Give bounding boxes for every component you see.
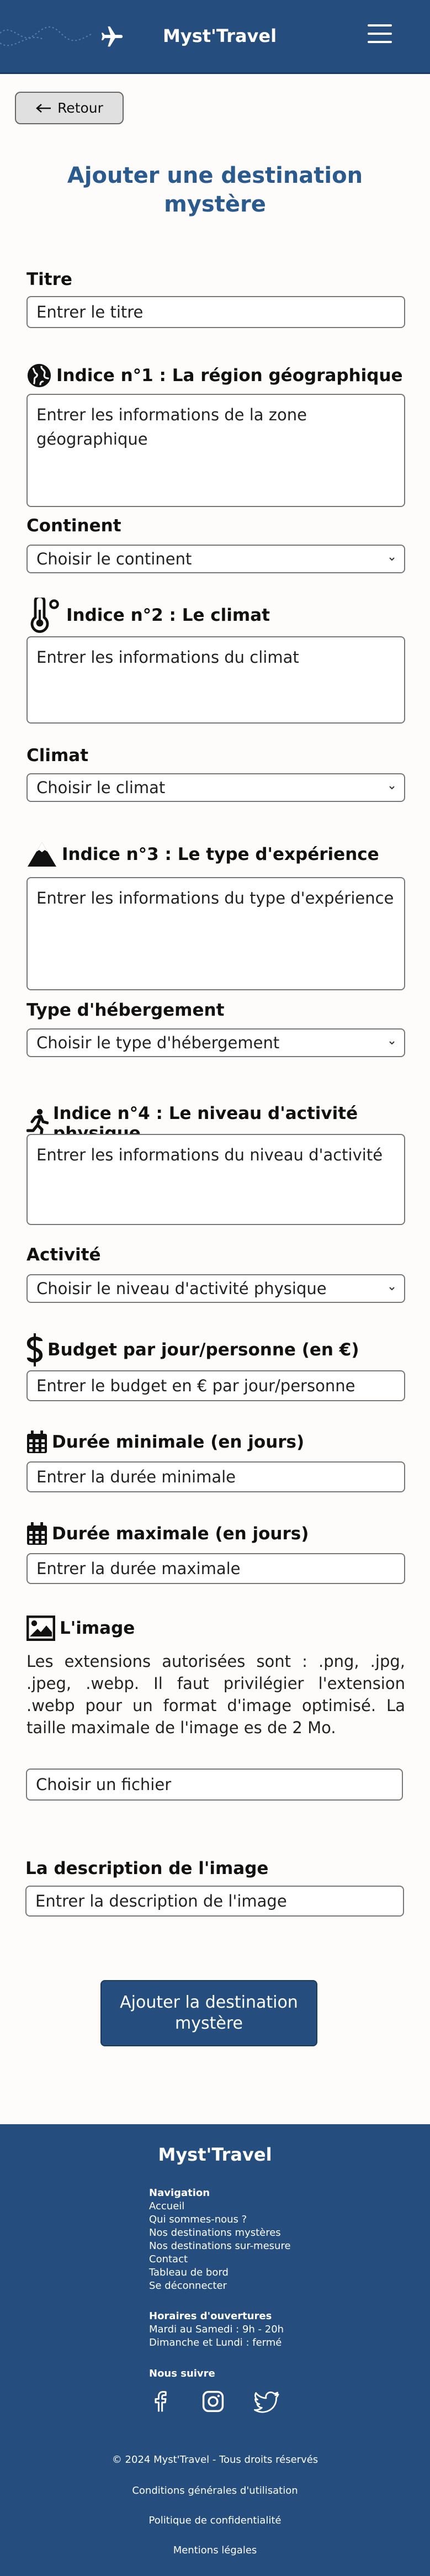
- hint3-label: Indice n°3 : Le type d'expérience: [26, 841, 379, 868]
- chevron-down-icon: [389, 786, 395, 790]
- brand-logo[interactable]: Myst'Travel: [163, 25, 277, 46]
- back-button-label: Retour: [57, 100, 103, 116]
- copyright-text: © 2024 Myst'Travel - Tous droits réservé…: [112, 2454, 318, 2466]
- hint3-textarea[interactable]: Entrer les informations du type d'expéri…: [26, 877, 405, 990]
- title-input[interactable]: Entrer le titre: [26, 296, 405, 328]
- footer-nav-link[interactable]: Accueil: [149, 2200, 291, 2213]
- footer-hours-line: Mardi au Samedi : 9h - 20h: [149, 2324, 284, 2335]
- dotted-path-decoration: [0, 26, 92, 46]
- footer-nav-link[interactable]: Contact: [149, 2253, 291, 2266]
- accommodation-select[interactable]: Choisir le type d'hébergement: [26, 1028, 405, 1057]
- footer-nav-link[interactable]: Qui sommes-nous ?: [149, 2213, 291, 2226]
- page-title: Ajouter une destination mystère: [67, 163, 363, 217]
- continent-select[interactable]: Choisir le continent: [26, 545, 405, 573]
- climate-select[interactable]: Choisir le climat: [26, 773, 405, 802]
- climate-label: Climat: [26, 746, 89, 766]
- site-header: Myst'Travel: [0, 0, 430, 74]
- twitter-icon[interactable]: [254, 2389, 280, 2414]
- image-description-label: La description de l'image: [25, 1859, 269, 1878]
- footer-nav-heading: Navigation: [149, 2187, 210, 2199]
- footer-hours: Horaires d'ouvertures Mardi au Samedi : …: [149, 2310, 284, 2350]
- min-duration-input[interactable]: Entrer la durée minimale: [26, 1461, 405, 1492]
- image-info-text: Les extensions autorisées sont : .png, .…: [26, 1652, 405, 1737]
- hint4-textarea[interactable]: Entrer les informations du niveau d'acti…: [26, 1134, 405, 1225]
- hamburger-icon[interactable]: [368, 24, 392, 45]
- hint1-label: Indice n°1 : La région géographique: [26, 363, 403, 388]
- submit-button[interactable]: Ajouter la destination mystère: [100, 1980, 317, 2046]
- image-description-input[interactable]: Entrer la description de l'image: [25, 1886, 404, 1917]
- footer-hours-line: Dimanche et Lundi : fermé: [149, 2337, 282, 2348]
- hint1-textarea[interactable]: Entrer les informations de la zone géogr…: [26, 394, 405, 507]
- thermometer-icon: [30, 598, 59, 633]
- file-input[interactable]: Choisir un fichier: [26, 1769, 403, 1801]
- footer-brand: Myst'Travel: [158, 2144, 272, 2165]
- image-label: L'image: [26, 1616, 135, 1641]
- budget-label: Budget par jour/personne (en €): [26, 1333, 359, 1366]
- footer-follow-heading: Nous suivre: [149, 2368, 215, 2379]
- calendar-icon: [27, 1522, 47, 1545]
- footer-nav-link[interactable]: Nos destinations sur-mesure: [149, 2240, 291, 2253]
- back-button[interactable]: Retour: [15, 92, 124, 124]
- chevron-down-icon: [389, 1287, 395, 1291]
- max-duration-label: Durée maximale (en jours): [26, 1522, 309, 1545]
- activity-select[interactable]: Choisir le niveau d'activité physique: [26, 1274, 405, 1303]
- footer-nav-link[interactable]: Tableau de bord: [149, 2266, 291, 2279]
- image-icon: [26, 1616, 55, 1641]
- arrow-left-icon: [36, 103, 51, 113]
- footer-follow: Nous suivre: [149, 2367, 215, 2380]
- title-label: Titre: [26, 270, 72, 289]
- chevron-down-icon: [389, 557, 395, 561]
- chevron-down-icon: [389, 1041, 395, 1045]
- footer-legal-link[interactable]: Mentions légales: [0, 2545, 430, 2556]
- calendar-icon: [27, 1430, 47, 1453]
- dollar-icon: [26, 1333, 43, 1366]
- footer-hours-heading: Horaires d'ouvertures: [149, 2310, 272, 2322]
- social-links: [148, 2389, 280, 2414]
- accommodation-label: Type d'hébergement: [26, 1000, 225, 1020]
- continent-label: Continent: [26, 516, 121, 536]
- hint2-label: Indice n°2 : Le climat: [26, 598, 270, 633]
- activity-label: Activité: [26, 1245, 101, 1265]
- footer-navigation: Navigation Accueil Qui sommes-nous ? Nos…: [149, 2187, 291, 2293]
- facebook-icon[interactable]: [148, 2389, 172, 2414]
- plane-icon: [101, 26, 123, 47]
- instagram-icon[interactable]: [201, 2389, 225, 2414]
- min-duration-label: Durée minimale (en jours): [26, 1430, 304, 1454]
- mountain-icon: [28, 842, 56, 867]
- hint2-textarea[interactable]: Entrer les informations du climat: [26, 636, 405, 724]
- budget-input[interactable]: Entrer le budget en € par jour/personne: [26, 1370, 405, 1401]
- footer-legal-link[interactable]: Conditions générales d'utilisation: [0, 2485, 430, 2496]
- globe-icon: [27, 363, 51, 388]
- footer-legal-link[interactable]: Politique de confidentialité: [0, 2515, 430, 2526]
- footer-nav-link[interactable]: Nos destinations mystères: [149, 2226, 291, 2240]
- max-duration-input[interactable]: Entrer la durée maximale: [26, 1553, 405, 1584]
- site-footer: Myst'Travel Navigation Accueil Qui somme…: [0, 2124, 430, 2576]
- footer-nav-link[interactable]: Se déconnecter: [149, 2279, 291, 2293]
